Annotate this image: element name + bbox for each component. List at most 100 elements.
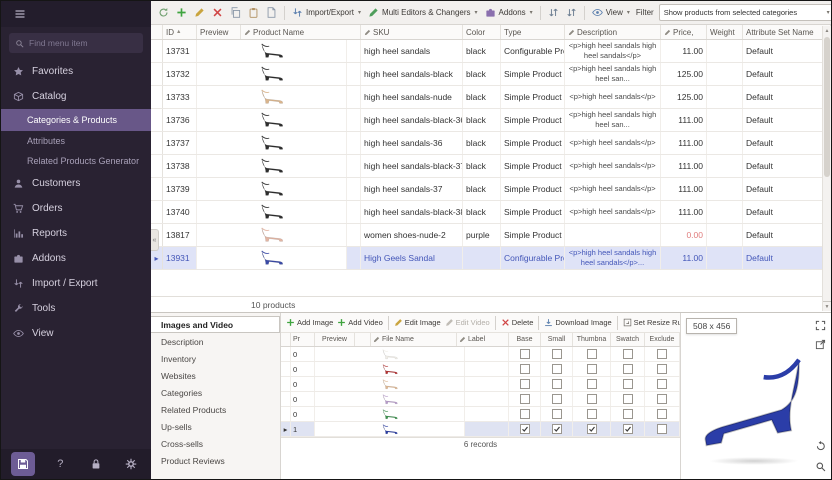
product-cell-description[interactable]: <p>high heel sandals high heel sandals</… [565, 40, 661, 62]
row-select-marker[interactable] [281, 392, 291, 406]
product-cell-price[interactable]: 111.00 [661, 178, 707, 200]
product-cell-type[interactable]: Simple Product [501, 132, 565, 154]
product-cell-price[interactable]: 11.00 [661, 247, 707, 269]
product-cell-color[interactable]: black [463, 86, 501, 108]
column-header-exclude[interactable]: Exclude [645, 333, 680, 346]
product-cell-color[interactable]: black [463, 109, 501, 131]
sidebar-item-import-export[interactable]: Import / Export [1, 271, 151, 296]
image-cell-pr[interactable]: 1 [291, 422, 315, 436]
row-select-marker[interactable] [151, 132, 163, 154]
column-header-file-name[interactable]: File Name [371, 333, 457, 346]
open-external-button[interactable] [812, 336, 828, 352]
image-row[interactable]: 0/r/e/red_1.jpg [281, 362, 680, 377]
product-cell-id[interactable]: 13737 [163, 132, 197, 154]
zoom-image-button[interactable] [812, 458, 828, 474]
set-resize-rule-button[interactable]: Set Resize Rule [621, 314, 680, 332]
row-select-marker[interactable] [151, 40, 163, 62]
refresh-button[interactable] [155, 4, 172, 22]
product-cell-attribute-set[interactable]: Default [743, 132, 831, 154]
sidebar-item-attributes[interactable]: Attributes [1, 131, 151, 151]
hamburger-menu-button[interactable] [10, 4, 30, 24]
product-row[interactable]: 13737high heel sandals-36high heel sanda… [151, 132, 831, 155]
image-cell-preview[interactable] [315, 422, 465, 436]
lock-button[interactable] [86, 454, 106, 474]
save-button[interactable] [11, 452, 35, 476]
product-cell-attribute-set[interactable]: Default [743, 224, 831, 246]
product-cell-sku[interactable]: high heel sandals-37 [361, 178, 463, 200]
sidebar-item-tools[interactable]: Tools [1, 296, 151, 321]
product-cell-id[interactable]: 13738 [163, 155, 197, 177]
product-cell-description[interactable]: <p>high heel sandals</p> [565, 201, 661, 223]
product-row[interactable]: ▸13931new High Heels SandalsHigh Geels S… [151, 247, 831, 270]
image-cell-pr[interactable]: 0 [291, 392, 315, 406]
column-header-type[interactable]: Type [501, 25, 565, 39]
image-cell-preview[interactable] [315, 407, 465, 421]
tab-websites[interactable]: Websites [151, 367, 280, 384]
vertical-scrollbar[interactable]: ▲ ▼ [822, 26, 831, 311]
row-select-marker[interactable] [281, 347, 291, 361]
delete-image-button[interactable]: Delete [499, 314, 536, 332]
product-cell-sku[interactable]: high heel sandals-black-37 [361, 155, 463, 177]
product-cell-weight[interactable] [707, 155, 743, 177]
checkbox-base[interactable] [520, 349, 530, 359]
product-cell-id[interactable]: 13736 [163, 109, 197, 131]
checkbox-swatch[interactable] [623, 379, 633, 389]
add-video-button[interactable]: Add Video [335, 314, 384, 332]
checkbox-swatch[interactable] [623, 424, 633, 434]
tab-related-products[interactable]: Related Products [151, 401, 280, 418]
product-cell-sku[interactable]: high heel sandals-nude [361, 86, 463, 108]
checkbox-swatch[interactable] [623, 364, 633, 374]
sidebar-item-orders[interactable]: Orders [1, 196, 151, 221]
image-row[interactable]: 0/n/u/nude.jpg [281, 377, 680, 392]
rotate-image-button[interactable] [812, 437, 828, 453]
product-cell-weight[interactable] [707, 224, 743, 246]
add-product-button[interactable] [173, 4, 190, 22]
product-row[interactable]: 13731high heel sandalshigh heel sandalsb… [151, 40, 831, 63]
product-cell-preview[interactable] [197, 155, 347, 177]
product-cell-color[interactable]: black [463, 178, 501, 200]
scroll-down-arrow-icon[interactable]: ▼ [823, 301, 831, 311]
product-row[interactable]: 13739high heel sandals-37high heel sanda… [151, 178, 831, 201]
product-cell-preview[interactable] [197, 40, 347, 62]
product-cell-preview[interactable] [197, 86, 347, 108]
product-cell-weight[interactable] [707, 132, 743, 154]
image-cell-preview[interactable] [315, 392, 465, 406]
column-header-preview[interactable]: Preview [197, 25, 241, 39]
column-header-thumbnail[interactable]: Thumbna [573, 333, 611, 346]
product-cell-sku[interactable]: high heel sandals-36 [361, 132, 463, 154]
scrollbar-thumb[interactable] [824, 37, 830, 177]
checkbox-small[interactable] [552, 409, 562, 419]
image-cell-pr[interactable]: 0 [291, 407, 315, 421]
product-cell-id[interactable]: 13733 [163, 86, 197, 108]
row-select-marker[interactable] [151, 155, 163, 177]
column-header-preview[interactable]: Preview [315, 333, 355, 346]
product-cell-weight[interactable] [707, 178, 743, 200]
product-cell-id[interactable]: 13817 [163, 224, 197, 246]
checkbox-thumbnail[interactable] [587, 364, 597, 374]
product-cell-description[interactable] [565, 224, 661, 246]
product-cell-type[interactable]: Simple Product [501, 201, 565, 223]
sidebar-item-reports[interactable]: Reports [1, 221, 151, 246]
image-row[interactable]: ▸1/b/l/blue_6.jpg [281, 422, 680, 437]
product-cell-weight[interactable] [707, 247, 743, 269]
product-cell-attribute-set[interactable]: Default [743, 109, 831, 131]
product-cell-color[interactable]: black [463, 132, 501, 154]
tab-cross-sells[interactable]: Cross-sells [151, 435, 280, 452]
tab-inventory[interactable]: Inventory [151, 350, 280, 367]
checkbox-small[interactable] [552, 424, 562, 434]
image-cell-pr[interactable]: 0 [291, 377, 315, 391]
product-cell-color[interactable] [463, 247, 501, 269]
product-cell-weight[interactable] [707, 201, 743, 223]
checkbox-thumbnail[interactable] [587, 349, 597, 359]
image-cell-preview[interactable] [315, 362, 465, 376]
image-row[interactable]: 0/w/h/white_1.jpg [281, 347, 680, 362]
product-cell-preview[interactable] [197, 178, 347, 200]
sidebar-item-related-products-generator[interactable]: Related Products Generator [1, 151, 151, 171]
image-cell-pr[interactable]: 0 [291, 347, 315, 361]
product-cell-description[interactable]: <p>high heel sandals</p> [565, 132, 661, 154]
product-cell-preview[interactable] [197, 224, 347, 246]
product-cell-price[interactable]: 111.00 [661, 155, 707, 177]
image-cell-preview[interactable] [315, 377, 465, 391]
image-row[interactable]: 0/g/r/green_2.jpg [281, 407, 680, 422]
addons-menu-button[interactable]: Addons▾ [482, 4, 536, 22]
